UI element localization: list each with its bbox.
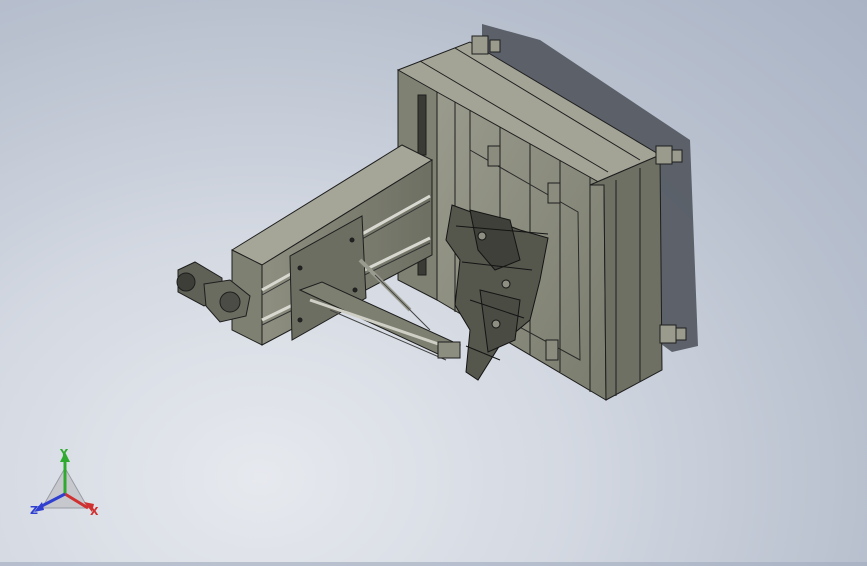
graphics-viewport[interactable]: Y X Z	[0, 0, 867, 562]
linear-axis-beam	[230, 144, 434, 346]
y-axis-label: Y	[60, 447, 68, 460]
x-axis-label: X	[90, 505, 99, 518]
z-axis-label: Z	[30, 504, 38, 517]
cad-assembly-model[interactable]	[0, 0, 867, 562]
